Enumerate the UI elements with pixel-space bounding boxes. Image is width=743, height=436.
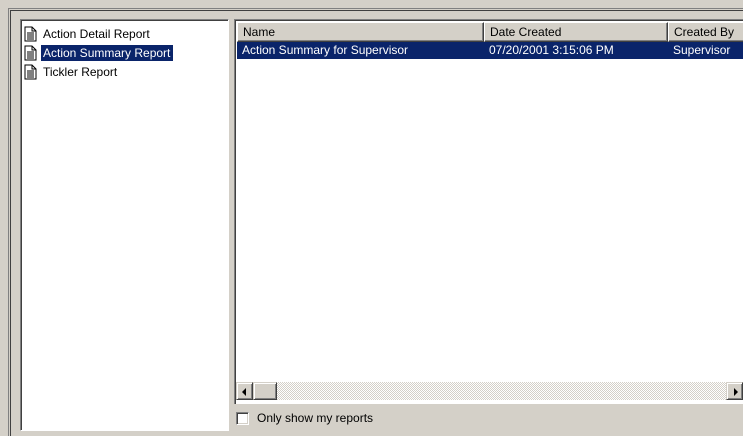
tree-item-label: Tickler Report bbox=[43, 65, 118, 79]
cell-name: Action Summary for Supervisor bbox=[242, 43, 409, 57]
tree-item-label: Action Detail Report bbox=[43, 27, 150, 41]
report-tree-frame bbox=[21, 20, 228, 430]
cell-created-by: Supervisor bbox=[673, 43, 731, 57]
tree-item-label: Action Summary Report bbox=[41, 45, 174, 61]
tree-item-action-detail-report[interactable]: Action Detail Report bbox=[24, 25, 153, 43]
column-header-name[interactable]: Name bbox=[237, 22, 484, 42]
only-show-my-reports-option[interactable]: Only show my reports bbox=[236, 410, 373, 426]
document-icon bbox=[24, 26, 37, 42]
only-show-my-reports-checkbox[interactable] bbox=[236, 411, 249, 425]
tree-item-action-summary-report[interactable]: Action Summary Report bbox=[24, 44, 174, 62]
column-header-date-created[interactable]: Date Created bbox=[484, 22, 668, 42]
horizontal-scrollbar[interactable] bbox=[236, 382, 743, 400]
report-list[interactable]: Name Date Created Created By Action Summ… bbox=[234, 19, 743, 404]
scroll-left-button[interactable] bbox=[236, 382, 253, 400]
tree-item-tickler-report[interactable]: Tickler Report bbox=[24, 63, 120, 81]
only-show-my-reports-label[interactable]: Only show my reports bbox=[257, 411, 373, 425]
scrollbar-thumb[interactable] bbox=[253, 382, 277, 400]
report-list-frame bbox=[235, 20, 743, 404]
arrow-right-icon bbox=[734, 388, 738, 396]
document-icon bbox=[24, 45, 37, 61]
column-header-created-by[interactable]: Created By bbox=[668, 22, 743, 42]
table-row[interactable]: Action Summary for Supervisor 07/20/2001… bbox=[237, 42, 743, 59]
scroll-right-button[interactable] bbox=[726, 382, 743, 400]
report-tree[interactable]: Action Detail Report Action Summary Repo… bbox=[20, 19, 229, 431]
arrow-left-icon bbox=[242, 388, 246, 396]
document-icon bbox=[24, 64, 37, 80]
cell-date-created: 07/20/2001 3:15:06 PM bbox=[489, 43, 614, 57]
column-header-row: Name Date Created Created By bbox=[237, 22, 743, 42]
